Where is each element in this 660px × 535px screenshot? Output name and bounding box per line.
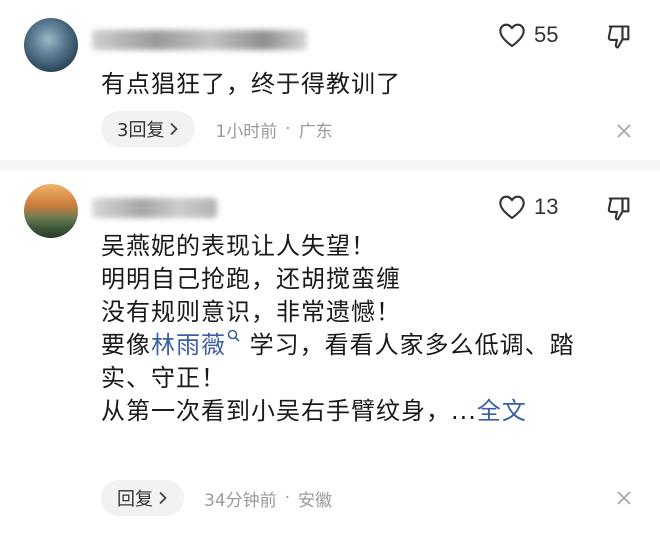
replies-button[interactable]: 3回复	[101, 111, 196, 147]
thumbs-down-icon[interactable]	[604, 23, 634, 51]
replies-label: 3回复	[117, 120, 165, 141]
comment-line: 实、守正！	[101, 364, 226, 392]
mention-name: 林雨薇	[151, 331, 226, 359]
text-segment: 学习，看看人家多么低调、踏	[249, 331, 575, 359]
avatar[interactable]	[24, 184, 78, 238]
chevron-right-icon	[170, 122, 179, 136]
avatar[interactable]	[24, 18, 78, 72]
username-blurred[interactable]	[92, 198, 217, 218]
full-text-link[interactable]: 全文	[477, 397, 527, 425]
comment-line: 要像林雨薇 学习，看看人家多么低调、踏	[101, 329, 575, 362]
like-count: 55	[534, 22, 559, 47]
close-icon[interactable]	[614, 488, 634, 508]
comment-1: 55 有点猖狂了，终于得教训了 3回复 1小时前 · 广东	[0, 0, 660, 160]
comment-text: 有点猖狂了，终于得教训了	[101, 68, 401, 101]
comment-line: 从第一次看到小吴右手臂纹身，...全文	[101, 395, 575, 428]
timestamp: 1小时前	[215, 121, 278, 142]
meta-separator: ·	[285, 119, 291, 139]
meta-separator: ·	[284, 488, 291, 508]
comment-line: 没有规则意识，非常遗憾！	[101, 298, 401, 326]
comment-line: 有点猖狂了，终于得教训了	[101, 70, 401, 98]
location: 广东	[298, 121, 333, 142]
reply-label: 回复	[117, 489, 153, 510]
chevron-right-icon	[159, 491, 167, 505]
comment-meta: 3回复 1小时前 · 广东	[101, 111, 333, 147]
like-count: 13	[534, 194, 559, 219]
like-button[interactable]: 55	[498, 22, 558, 48]
comment-meta: 回复 34分钟前 · 安徽	[101, 480, 332, 516]
heart-icon	[499, 195, 525, 220]
user-mention-link[interactable]: 林雨薇	[151, 329, 241, 359]
heart-icon	[499, 23, 525, 48]
reply-button[interactable]: 回复	[101, 480, 184, 516]
username-blurred[interactable]	[92, 30, 307, 50]
comment-text: 吴燕妮的表现让人失望！ 明明自己抢跑，还胡搅蛮缠 没有规则意识，非常遗憾！ 要像…	[101, 230, 575, 428]
ellipsis: ...	[451, 397, 477, 425]
close-icon[interactable]	[614, 121, 634, 141]
search-icon	[227, 329, 240, 342]
like-button[interactable]: 13	[498, 194, 558, 220]
comment-line: 吴燕妮的表现让人失望！	[101, 232, 376, 260]
thumbs-down-icon[interactable]	[604, 195, 634, 223]
comment-line: 明明自己抢跑，还胡搅蛮缠	[101, 265, 401, 293]
text-segment: 从第一次看到小吴右手臂纹身，	[101, 397, 451, 425]
timestamp: 34分钟前	[204, 490, 277, 511]
location: 安徽	[298, 490, 333, 511]
text-segment: 要像	[101, 331, 151, 359]
divider	[0, 160, 660, 170]
comment-2: 13 吴燕妮的表现让人失望！ 明明自己抢跑，还胡搅蛮缠 没有规则意识，非常遗憾！…	[0, 172, 660, 535]
